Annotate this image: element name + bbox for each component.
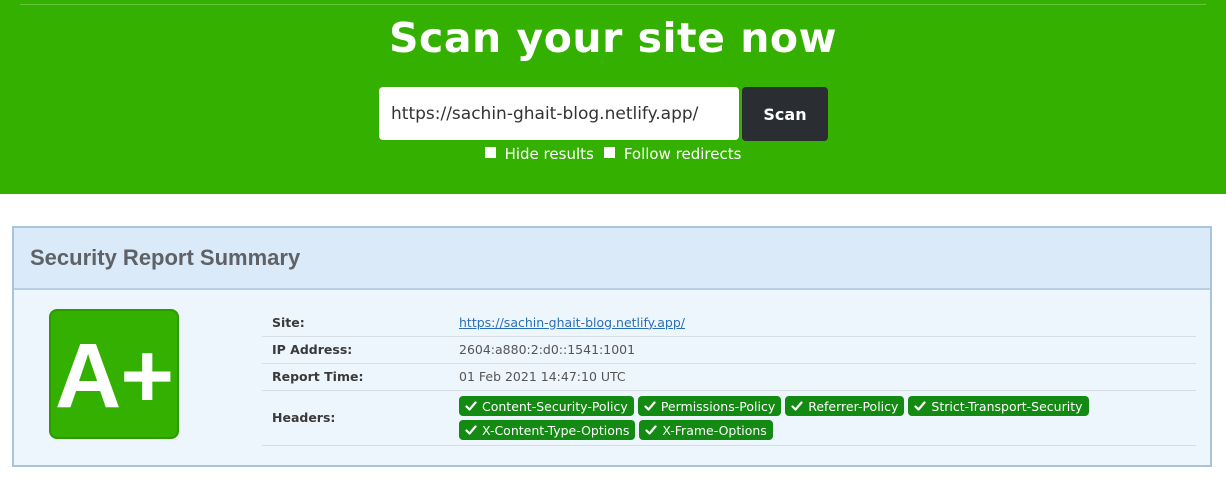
headers-value-cell: Content-Security-Policy Permissions-Poli… xyxy=(449,390,1196,446)
site-link[interactable]: https://sachin-ghait-blog.netlify.app/ xyxy=(459,315,685,330)
ip-value: 2604:a880:2:d0::1541:1001 xyxy=(449,336,1196,364)
header-badge: Referrer-Policy xyxy=(785,396,905,416)
check-icon xyxy=(791,401,803,411)
header-badge: X-Frame-Options xyxy=(639,420,773,440)
header-badge: Permissions-Policy xyxy=(637,396,782,416)
follow-redirects-label: Follow redirects xyxy=(623,145,742,163)
hide-results-label: Hide results xyxy=(504,145,594,163)
report-time-value: 01 Feb 2021 14:47:10 UTC xyxy=(449,363,1196,391)
header-badge-label: X-Content-Type-Options xyxy=(482,422,630,438)
report-time-row: Report Time: 01 Feb 2021 14:47:10 UTC xyxy=(262,363,1196,391)
check-icon xyxy=(914,401,927,411)
card-header: Security Report Summary xyxy=(14,228,1210,290)
headers-label: Headers: xyxy=(262,390,449,446)
url-input[interactable] xyxy=(379,87,739,140)
scan-options: Hide results Follow redirects xyxy=(0,143,1226,165)
hero-divider xyxy=(20,4,1206,5)
check-icon xyxy=(644,401,656,411)
header-badge-label: Permissions-Policy xyxy=(660,398,776,414)
follow-redirects-checkbox[interactable] xyxy=(603,147,615,158)
security-report-card: Security Report Summary A+ Site: https:/… xyxy=(12,226,1212,467)
site-label: Site: xyxy=(262,309,449,337)
header-badge: X-Content-Type-Options xyxy=(459,420,636,440)
check-icon xyxy=(465,401,477,411)
hide-results-checkbox[interactable] xyxy=(484,147,496,158)
header-badge-label: Content-Security-Policy xyxy=(482,398,628,414)
header-badge-label: Strict-Transport-Security xyxy=(931,398,1083,414)
report-title: Security Report Summary xyxy=(30,245,301,270)
hide-results-option[interactable]: Hide results xyxy=(484,145,594,163)
grade-badge: A+ xyxy=(49,309,179,439)
site-row: Site: https://sachin-ghait-blog.netlify.… xyxy=(262,309,1196,337)
header-badges: Content-Security-Policy Permissions-Poli… xyxy=(459,395,1099,440)
header-badge: Content-Security-Policy xyxy=(459,396,634,416)
report-details-table: Site: https://sachin-ghait-blog.netlify.… xyxy=(262,309,1196,446)
scan-button[interactable]: Scan xyxy=(742,87,828,141)
ip-row: IP Address: 2604:a880:2:d0::1541:1001 xyxy=(262,336,1196,364)
ip-label: IP Address: xyxy=(262,336,449,364)
report-time-label: Report Time: xyxy=(262,363,449,391)
headers-row: Headers: Content-Security-Policy Permiss… xyxy=(262,390,1196,446)
header-badge-label: X-Frame-Options xyxy=(662,422,767,438)
header-badge: Strict-Transport-Security xyxy=(908,396,1089,416)
check-icon xyxy=(465,425,477,435)
site-value-cell: https://sachin-ghait-blog.netlify.app/ xyxy=(449,309,1196,337)
hero-title: Scan your site now xyxy=(389,14,837,62)
follow-redirects-option[interactable]: Follow redirects xyxy=(603,145,742,163)
hero-banner: Scan your site now Scan Hide results Fol… xyxy=(0,0,1226,194)
check-icon xyxy=(645,425,657,435)
header-badge-label: Referrer-Policy xyxy=(808,398,899,414)
